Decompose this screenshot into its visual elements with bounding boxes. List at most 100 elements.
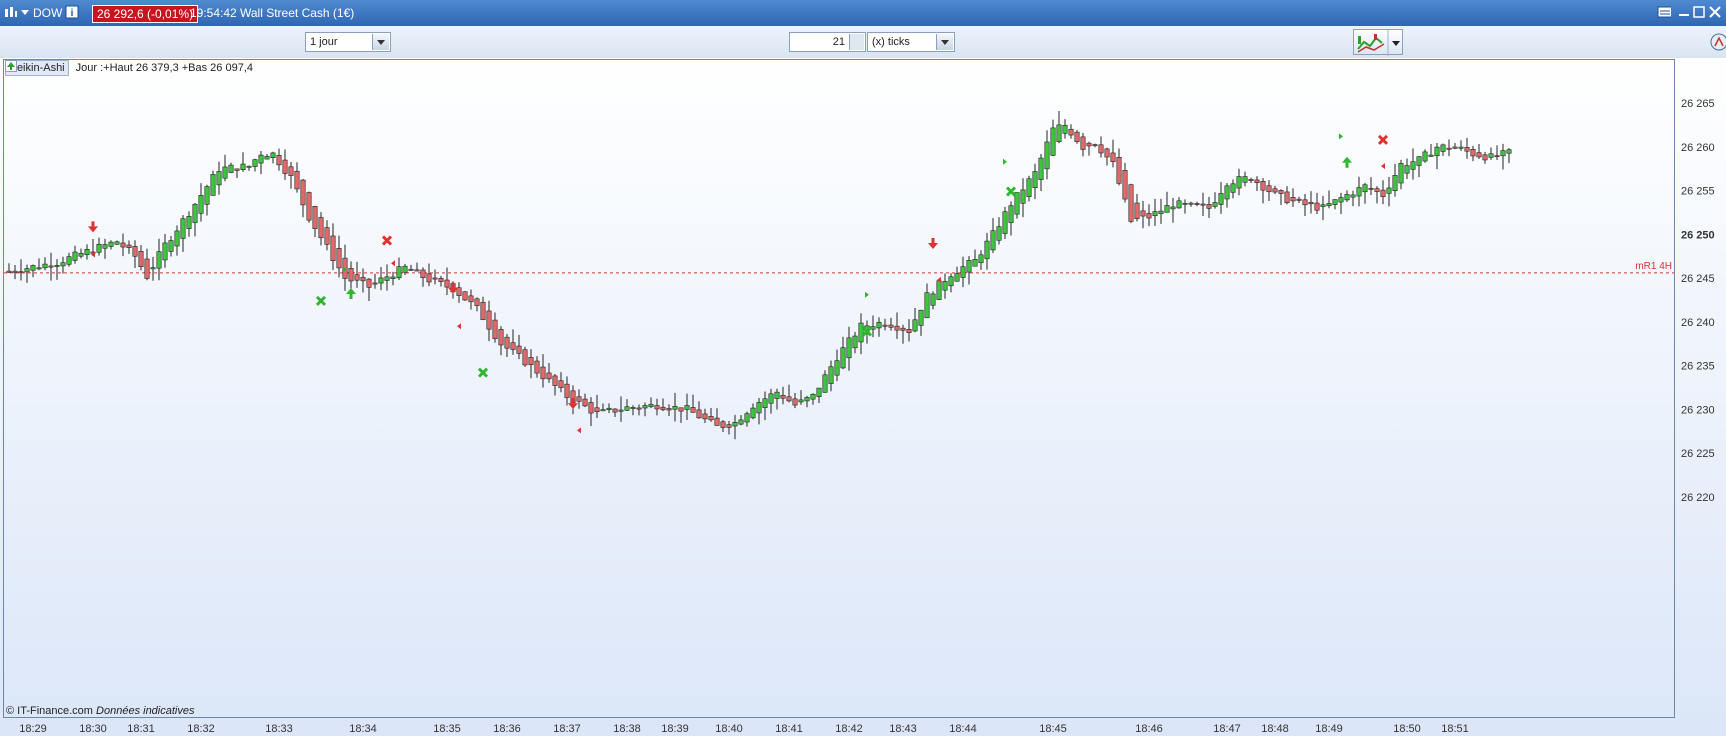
candle-body (282, 159, 288, 174)
candle (1290, 188, 1296, 207)
x-tick-label: 18:43 (889, 723, 917, 735)
arrow-shaft (931, 238, 935, 243)
candle-body (1488, 153, 1494, 158)
x-tick-label: 18:45 (1039, 723, 1067, 735)
candle (402, 263, 408, 276)
candle (246, 165, 252, 171)
candle (372, 273, 378, 289)
candle (1284, 186, 1290, 205)
candle-body (12, 270, 18, 273)
candle (396, 257, 402, 280)
candle (1044, 130, 1050, 180)
x-tick-label: 18:49 (1315, 723, 1343, 735)
candle-body (510, 342, 516, 350)
candle (1494, 145, 1500, 160)
candle-body (444, 279, 450, 288)
candle (60, 256, 66, 274)
data-note: Données indicatives (96, 705, 195, 717)
arrow-shaft (451, 282, 455, 288)
candle-body (24, 268, 30, 273)
candle (762, 391, 768, 421)
candle (786, 384, 792, 403)
candle (1278, 189, 1284, 206)
candle (924, 283, 930, 319)
candle (564, 376, 570, 406)
x-tick-label: 18:37 (553, 723, 581, 735)
candle (606, 403, 612, 414)
candle (738, 414, 744, 426)
candle-body (540, 366, 546, 380)
candle-body (222, 166, 228, 179)
candle (306, 191, 312, 223)
candle-body (1356, 187, 1362, 197)
y-tick-label: 26 240 (1681, 317, 1715, 329)
candle-body (744, 413, 750, 423)
candle-body (1302, 199, 1308, 206)
candle-body (1476, 152, 1482, 158)
candle (1152, 198, 1158, 226)
y-tick-label: 26 260 (1681, 142, 1715, 154)
candle (1404, 158, 1410, 179)
candle (996, 217, 1002, 245)
arrow-head (88, 226, 98, 233)
candle-body (1350, 194, 1356, 198)
candle-body (48, 265, 54, 268)
candle-body (930, 293, 936, 306)
candle-body (150, 267, 156, 270)
small-right-marker-icon (1339, 133, 1343, 140)
candle (876, 317, 882, 337)
candle (294, 162, 300, 193)
candle (660, 398, 666, 412)
candle-body (216, 171, 222, 186)
candle (1098, 136, 1104, 158)
candle-body (1260, 181, 1266, 191)
candle (1218, 182, 1224, 214)
candle-body (396, 266, 402, 279)
candle (624, 399, 630, 412)
buy-signal-icon (346, 288, 356, 299)
candle-body (1014, 192, 1020, 215)
candle (840, 336, 846, 370)
candle (750, 403, 756, 420)
candle (1164, 191, 1170, 213)
candle-body (912, 319, 918, 332)
candle (546, 363, 552, 383)
candle-body (702, 413, 708, 420)
candle (594, 394, 600, 419)
candle (1002, 206, 1008, 239)
candle-body (318, 217, 324, 239)
candle-body (294, 170, 300, 190)
candlestick-chart[interactable]: 26 220 26 225 26 230 26 235 26 240 26 245 26 2… (0, 0, 1726, 736)
x-tick-label: 18:30 (79, 723, 107, 735)
candle-body (708, 416, 714, 421)
move-up-icon[interactable] (5, 60, 17, 72)
small-left-marker-icon (1381, 163, 1385, 170)
candle-body (1122, 170, 1128, 200)
candle (330, 223, 336, 270)
candle (366, 278, 372, 301)
candle-body (492, 319, 498, 340)
small-left-marker-icon (457, 323, 461, 330)
candle (1272, 185, 1278, 195)
candle-body (1410, 161, 1416, 170)
candle (690, 394, 696, 413)
candle (504, 333, 510, 357)
candle-body (810, 393, 816, 400)
candle (1368, 177, 1374, 195)
candle (1446, 139, 1452, 157)
candle-body (894, 325, 900, 331)
candle (156, 238, 162, 281)
candle-body (1248, 179, 1254, 181)
x-tick-label: 18:41 (775, 723, 803, 735)
x-tick-label: 18:38 (613, 723, 641, 735)
candle-body (1212, 202, 1218, 207)
y-tick-label: 26 230 (1681, 404, 1715, 416)
candle-body (1134, 202, 1140, 220)
candle-body (582, 398, 588, 407)
candle-body (942, 281, 948, 291)
candle (1212, 192, 1218, 209)
candle-body (270, 152, 276, 159)
candle (1374, 186, 1380, 204)
candle-body (738, 419, 744, 425)
candle-body (750, 407, 756, 419)
